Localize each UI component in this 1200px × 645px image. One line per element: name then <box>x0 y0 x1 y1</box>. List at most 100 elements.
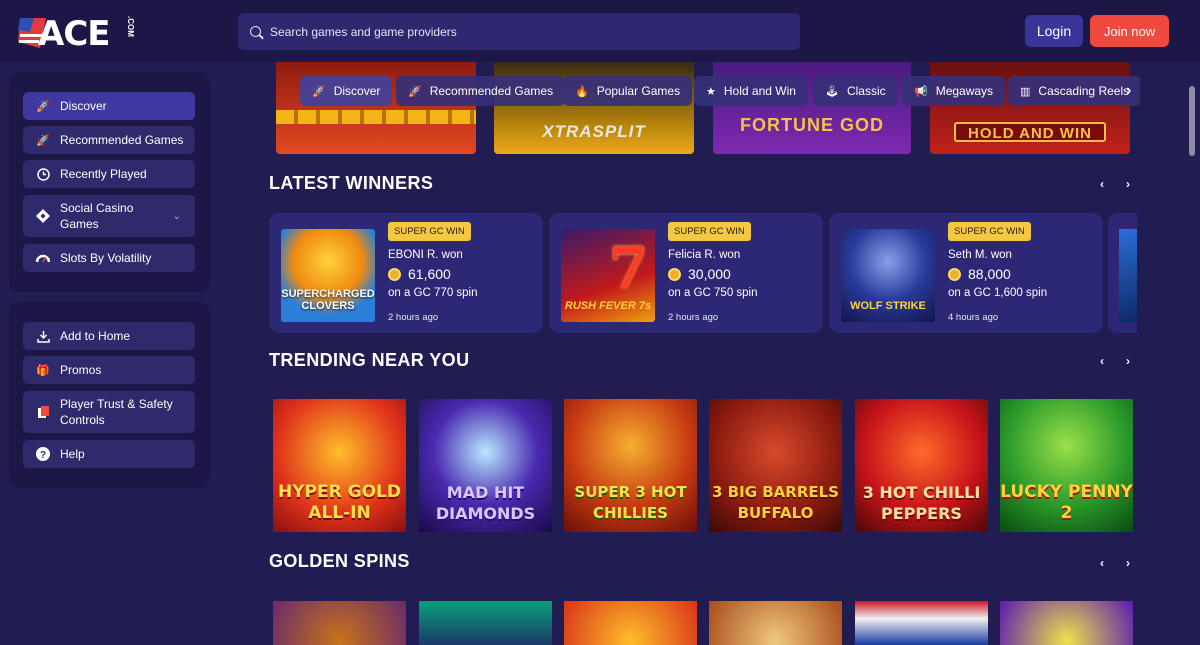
game-tile-hyper-gold[interactable]: HYPER GOLD ALL-IN <box>273 399 406 532</box>
sidebar-item-player-trust-safety[interactable]: Player Trust & Safety Controls <box>23 391 195 433</box>
rocket-icon: 🚀 <box>36 134 50 147</box>
winner-card[interactable]: SUPERCHARGED CLOVERS SUPER GC WIN EBONI … <box>269 213 543 333</box>
sidebar-item-add-to-home[interactable]: Add to Home <box>23 322 195 350</box>
chip-recommended-games[interactable]: 🚀 Recommended Games <box>396 76 566 106</box>
winner-name: EBONI R. won <box>388 249 463 261</box>
win-spin: on a GC 750 spin <box>668 287 758 299</box>
chip-label: Classic <box>846 84 886 98</box>
game-tile-title: LUCKY PENNY 2 <box>1000 482 1133 523</box>
game-tile-golden-2[interactable] <box>419 601 552 645</box>
section-title-trending: TRENDING NEAR YOU <box>269 350 470 370</box>
chip-discover[interactable]: 🚀 Discover <box>300 76 393 106</box>
winner-card-partial[interactable] <box>1108 213 1137 333</box>
section-title-golden-spins: GOLDEN SPINS <box>269 551 410 571</box>
game-tile-mad-hit-diamonds[interactable]: MAD HIT DIAMONDS <box>419 399 552 532</box>
megaphone-icon: 📢 <box>914 85 928 98</box>
join-now-button[interactable]: Join now <box>1090 15 1169 47</box>
chip-cascading-reels[interactable]: ▥ Cascading Reels <box>1008 76 1140 106</box>
coin-icon <box>388 267 401 281</box>
win-badge: SUPER GC WIN <box>388 222 471 241</box>
chevron-right-icon[interactable]: › <box>1126 82 1131 100</box>
sidebar-item-slots-by-volatility[interactable]: Slots By Volatility <box>23 244 195 272</box>
sidebar-item-label: Promos <box>60 363 102 377</box>
chevron-left-icon[interactable]: ‹ <box>1094 176 1110 192</box>
download-icon <box>36 329 50 343</box>
gauge-icon <box>36 251 50 265</box>
ace-logo[interactable]: ACE .COM <box>18 12 135 54</box>
game-thumbnail-title: WOLF STRIKE <box>850 300 926 312</box>
section-title-latest-winners: LATEST WINNERS <box>269 173 434 193</box>
win-amount-value: 61,600 <box>408 266 451 282</box>
win-amount: 30,000 <box>668 266 731 282</box>
chip-classic[interactable]: 🕹 Classic <box>813 76 898 106</box>
chip-megaways[interactable]: 📢 Megaways <box>902 76 1006 106</box>
logo-text: ACE <box>38 14 110 54</box>
game-tile-title: HYPER GOLD ALL-IN <box>278 482 401 523</box>
logo-suffix: .COM <box>126 16 135 37</box>
chip-hold-and-win[interactable]: ★ Hold and Win <box>694 76 808 106</box>
game-tile-lucky-penny-2[interactable]: LUCKY PENNY 2 <box>1000 399 1133 532</box>
document-icon <box>36 405 50 419</box>
win-amount: 88,000 <box>948 266 1011 282</box>
win-time: 2 hours ago <box>668 312 719 323</box>
seven-icon: 7 <box>609 235 648 301</box>
chip-label: Megaways <box>935 84 994 98</box>
sidebar-item-promos[interactable]: 🎁 Promos <box>23 356 195 384</box>
game-tile-golden-5[interactable] <box>855 601 988 645</box>
sidebar-item-recommended-games[interactable]: 🚀 Recommended Games <box>23 126 195 154</box>
chip-popular-games[interactable]: 🔥 Popular Games <box>563 76 693 106</box>
category-chip-row: 🚀 Discover 🚀 Recommended Games 🔥 Popular… <box>300 76 1140 106</box>
game-tile-golden-6[interactable] <box>1000 601 1133 645</box>
sidebar-secondary-panel: Add to Home 🎁 Promos Player Trust & Safe… <box>9 302 210 488</box>
game-thumbnail-title: RUSH FEVER 7s <box>564 300 652 312</box>
login-button[interactable]: Login <box>1025 15 1083 47</box>
game-tile-golden-4[interactable] <box>709 601 842 645</box>
trending-arrows: ‹ › <box>1094 353 1136 369</box>
sidebar-item-recently-played[interactable]: Recently Played <box>23 160 195 188</box>
winner-card[interactable]: WOLF STRIKE SUPER GC WIN Seth M. won 88,… <box>829 213 1103 333</box>
search-bar[interactable]: Search games and game providers <box>238 13 800 50</box>
sidebar-item-label: Add to Home <box>60 329 131 343</box>
search-icon <box>250 26 261 37</box>
sidebar-primary-panel: 🚀 Discover 🚀 Recommended Games Recently … <box>9 72 210 292</box>
rocket-icon: 🚀 <box>312 85 326 98</box>
coin-icon <box>948 267 961 281</box>
chevron-left-icon[interactable]: ‹ <box>1094 555 1110 571</box>
win-time: 4 hours ago <box>948 312 999 323</box>
game-thumbnail: 7 RUSH FEVER 7s <box>561 229 655 322</box>
chevron-right-icon[interactable]: › <box>1120 176 1136 192</box>
game-thumbnail <box>1119 229 1137 322</box>
rocket-icon: 🚀 <box>36 100 50 113</box>
chevron-right-icon[interactable]: › <box>1120 555 1136 571</box>
win-badge: SUPER GC WIN <box>668 222 751 241</box>
sidebar-item-label: Recommended Games <box>60 133 184 147</box>
game-tile-3-hot-chilli-peppers[interactable]: 3 HOT CHILLI PEPPERS <box>855 399 988 532</box>
chip-label: Recommended Games <box>429 84 554 98</box>
win-spin: on a GC 1,600 spin <box>948 287 1048 299</box>
rocket-icon: 🚀 <box>408 85 422 98</box>
chevron-right-icon[interactable]: › <box>1120 353 1136 369</box>
diamond-icon <box>36 209 50 223</box>
sidebar-item-help[interactable]: ? Help <box>23 440 195 468</box>
chip-label: Cascading Reels <box>1038 84 1130 98</box>
win-amount-value: 30,000 <box>688 266 731 282</box>
banner-title: HOLD AND WIN <box>968 125 1092 142</box>
game-tile-buffalo[interactable]: 3 BIG BARRELS BUFFALO <box>709 399 842 532</box>
game-tile-golden-3[interactable] <box>564 601 697 645</box>
chevron-left-icon[interactable]: ‹ <box>1094 353 1110 369</box>
chevron-down-icon[interactable]: ⌄ <box>173 211 181 222</box>
game-tile-super-3-hot-chillies[interactable]: SUPER 3 HOT CHILLIES <box>564 399 697 532</box>
banner-title: FORTUNE GOD <box>740 115 884 135</box>
sidebar-item-social-casino-games[interactable]: Social Casino Games ⌄ <box>23 195 195 237</box>
coin-icon <box>668 267 681 281</box>
game-tile-title: MAD HIT DIAMONDS <box>435 483 536 523</box>
winner-card[interactable]: 7 RUSH FEVER 7s SUPER GC WIN Felicia R. … <box>549 213 823 333</box>
winner-name: Felicia R. won <box>668 249 741 261</box>
game-tile-golden-1[interactable] <box>273 601 406 645</box>
sidebar-item-label: Slots By Volatility <box>60 251 152 265</box>
sidebar-item-discover[interactable]: 🚀 Discover <box>23 92 195 120</box>
page-scrollbar[interactable] <box>1189 86 1195 156</box>
win-spin: on a GC 770 spin <box>388 287 478 299</box>
game-tile-title: SUPER 3 HOT CHILLIES <box>574 483 687 522</box>
chip-label: Discover <box>333 84 381 98</box>
